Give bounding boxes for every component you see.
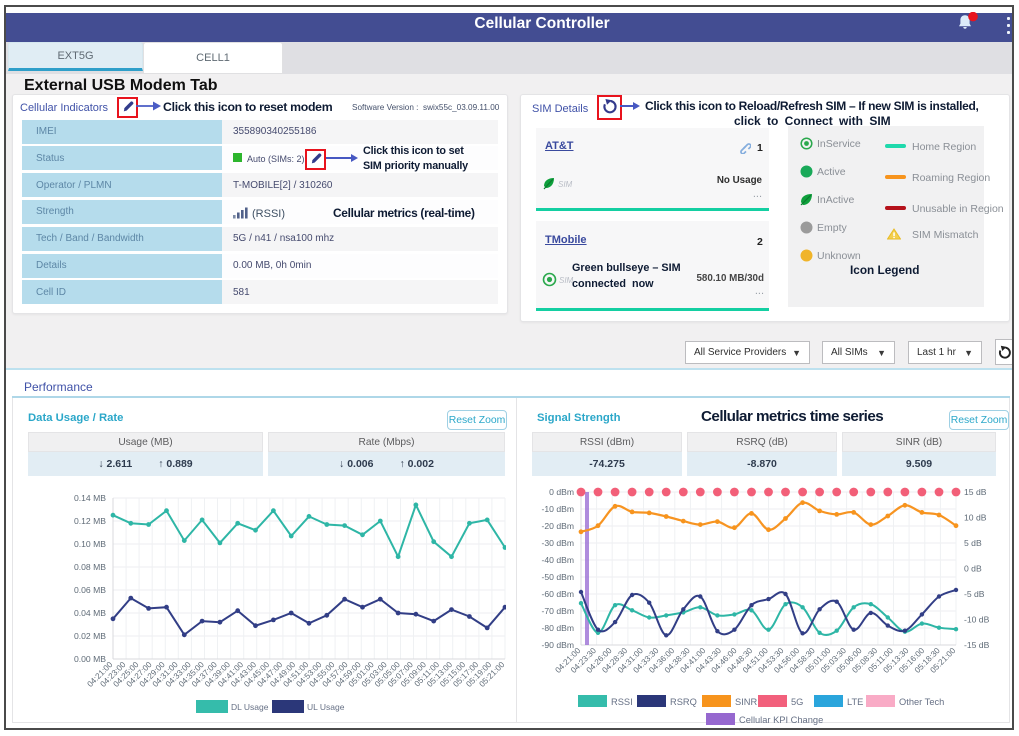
svg-text:0.00 MB: 0.00 MB (74, 654, 106, 664)
svg-text:0.08 MB: 0.08 MB (74, 562, 106, 572)
svg-text:-40 dBm: -40 dBm (542, 555, 574, 565)
svg-text:0 dBm: 0 dBm (549, 487, 574, 497)
svg-text:-5 dB: -5 dB (964, 589, 985, 599)
svg-text:RSRQ: RSRQ (670, 697, 697, 707)
svg-text:5 dB: 5 dB (964, 538, 982, 548)
svg-text:-10 dBm: -10 dBm (542, 504, 574, 514)
svg-text:-30 dBm: -30 dBm (542, 538, 574, 548)
svg-text:-90 dBm: -90 dBm (542, 640, 574, 650)
svg-text:UL Usage: UL Usage (307, 702, 345, 712)
svg-text:0.02 MB: 0.02 MB (74, 631, 106, 641)
svg-text:-80 dBm: -80 dBm (542, 623, 574, 633)
svg-text:0.14 MB: 0.14 MB (74, 493, 106, 503)
svg-text:0.06 MB: 0.06 MB (74, 585, 106, 595)
svg-text:0.04 MB: 0.04 MB (74, 608, 106, 618)
svg-text:DL Usage: DL Usage (231, 702, 269, 712)
svg-text:-20 dBm: -20 dBm (542, 521, 574, 531)
svg-text:Other Tech: Other Tech (899, 697, 944, 707)
svg-text:0.10 MB: 0.10 MB (74, 539, 106, 549)
svg-text:0 dB: 0 dB (964, 564, 982, 574)
svg-text:-15 dB: -15 dB (964, 640, 990, 650)
svg-text:-70 dBm: -70 dBm (542, 606, 574, 616)
svg-text:5G: 5G (791, 697, 803, 707)
svg-text:0.12 MB: 0.12 MB (74, 516, 106, 526)
svg-text:Cellular KPI Change: Cellular KPI Change (739, 715, 823, 725)
svg-text:SINR: SINR (735, 697, 757, 707)
svg-text:LTE: LTE (847, 697, 863, 707)
svg-text:-50 dBm: -50 dBm (542, 572, 574, 582)
svg-text:-60 dBm: -60 dBm (542, 589, 574, 599)
svg-text:RSSI: RSSI (611, 697, 633, 707)
svg-text:-10 dB: -10 dB (964, 615, 990, 625)
svg-text:10 dB: 10 dB (964, 513, 987, 523)
svg-text:15 dB: 15 dB (964, 487, 987, 497)
